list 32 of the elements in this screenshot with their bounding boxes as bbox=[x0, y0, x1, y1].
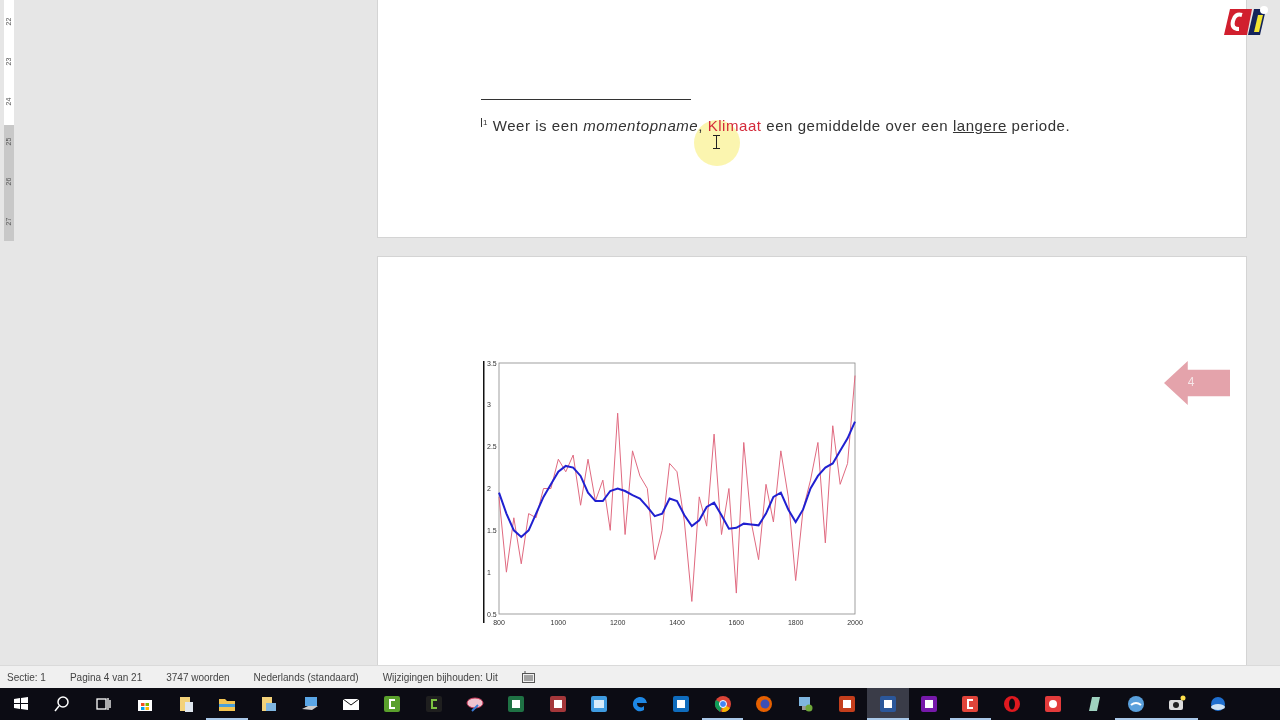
camera-icon bbox=[1167, 695, 1186, 713]
search-icon bbox=[52, 695, 71, 713]
chrome-icon bbox=[713, 695, 732, 713]
network-icon bbox=[300, 695, 319, 713]
text-cursor-icon bbox=[713, 135, 720, 149]
status-text: Wijzigingen bijhouden: Uit bbox=[382, 671, 498, 683]
status-text: Sectie: 1 bbox=[7, 671, 46, 683]
bluecircle-icon bbox=[1126, 695, 1145, 713]
outlook-icon bbox=[672, 695, 691, 713]
pictures-icon bbox=[259, 695, 278, 713]
taskbar-button[interactable] bbox=[867, 688, 909, 720]
greentile-icon bbox=[383, 695, 402, 713]
status-text: Nederlands (standaard) bbox=[253, 671, 359, 683]
opera-icon bbox=[1002, 695, 1021, 713]
excel-icon bbox=[507, 695, 526, 713]
powerpoint-icon bbox=[837, 695, 856, 713]
onenote-icon bbox=[920, 695, 939, 713]
layout-icon[interactable] bbox=[521, 671, 535, 683]
access-icon bbox=[548, 695, 567, 713]
start-icon bbox=[11, 695, 30, 713]
page-marker: 4 bbox=[1164, 361, 1230, 405]
edge-icon bbox=[631, 695, 650, 713]
status-text: 3747 woorden bbox=[166, 671, 230, 683]
darkgreentile-icon bbox=[424, 695, 443, 713]
firefox-icon bbox=[755, 695, 773, 713]
taskview-icon bbox=[94, 695, 113, 713]
footnote-text: $^{1}$ Weer is een momentopname, Klimaat een gemiddelde over een langere periode. bbox=[481, 117, 1072, 134]
word-icon bbox=[878, 695, 897, 713]
recorder-icon bbox=[1044, 695, 1063, 713]
redtile-icon bbox=[961, 695, 980, 713]
status-text: Pagina 4 van 21 bbox=[69, 671, 143, 683]
remote-icon bbox=[796, 695, 815, 713]
